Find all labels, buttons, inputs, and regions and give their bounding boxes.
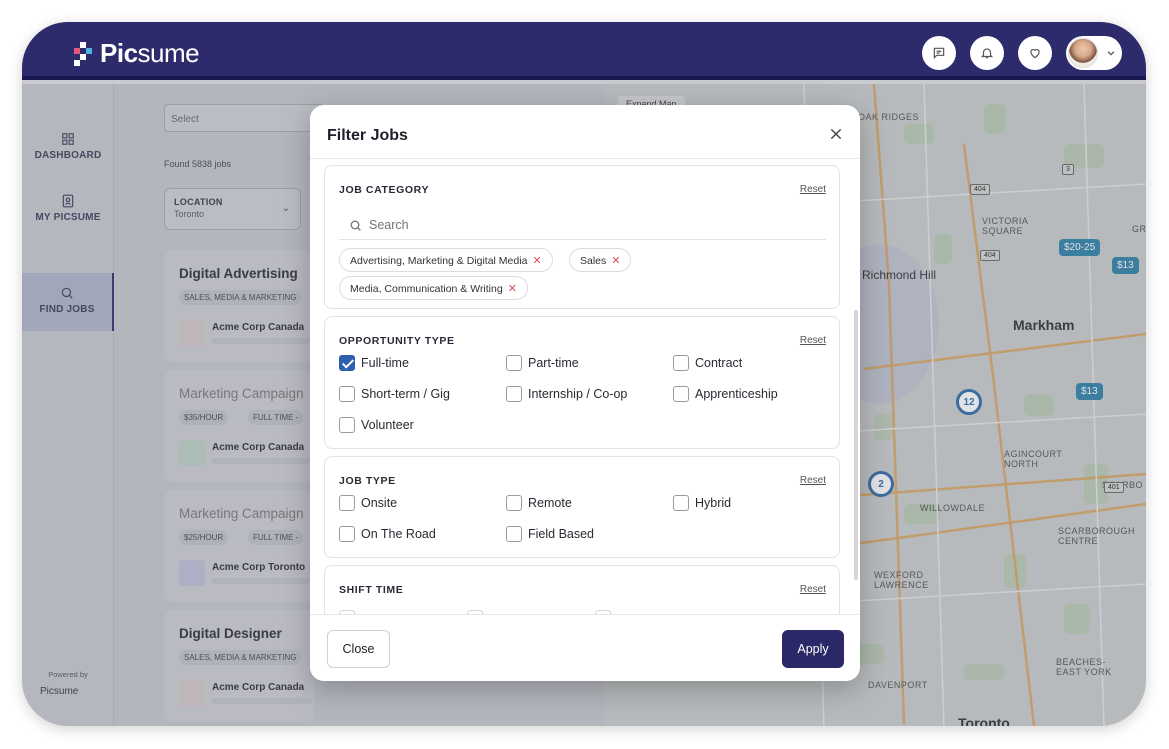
- option-label: Hybrid: [695, 496, 732, 510]
- reset-link[interactable]: Reset: [800, 475, 826, 486]
- avatar: [1068, 38, 1098, 68]
- checkbox[interactable]: [673, 386, 689, 402]
- heart-icon: [1030, 49, 1040, 59]
- category-chip[interactable]: Media, Communication & Writing ✕: [339, 276, 528, 300]
- option-label: Part-time: [528, 356, 579, 370]
- scrollbar[interactable]: [854, 310, 858, 580]
- option-field-based[interactable]: Field Based: [506, 526, 594, 542]
- search-icon: [350, 220, 361, 231]
- chip-label: Sales: [580, 255, 607, 267]
- remove-chip-icon[interactable]: ✕: [611, 255, 620, 267]
- option-label: Apprenticeship: [695, 387, 778, 401]
- dialog-header: Filter Jobs: [310, 105, 860, 159]
- job-type-section: JOB TYPE Reset Onsite Remote Hybrid On T…: [324, 456, 840, 558]
- checkbox[interactable]: [506, 526, 522, 542]
- section-title: JOB CATEGORY: [339, 184, 430, 196]
- option-on-the-road[interactable]: On The Road: [339, 526, 436, 542]
- header-actions: [922, 36, 1122, 70]
- dialog-footer: Close Apply: [310, 614, 860, 681]
- chat-button[interactable]: [922, 36, 956, 70]
- shift-time-section: SHIFT TIME Reset: [324, 565, 840, 614]
- reset-link[interactable]: Reset: [800, 335, 826, 346]
- option-label: On The Road: [361, 527, 436, 541]
- chip-label: Advertising, Marketing & Digital Media: [350, 255, 528, 267]
- checkbox[interactable]: [506, 355, 522, 371]
- checkbox[interactable]: [673, 355, 689, 371]
- filter-jobs-dialog: Filter Jobs JOB CATEGORY Reset Advertisi…: [310, 105, 860, 681]
- brand-name: Picsume: [100, 38, 200, 68]
- checkbox[interactable]: [339, 386, 355, 402]
- close-icon[interactable]: [828, 126, 844, 142]
- option-label: Field Based: [528, 527, 595, 541]
- checkbox[interactable]: [673, 495, 689, 511]
- option-label: Internship / Co-op: [528, 387, 628, 401]
- option-label: Volunteer: [361, 418, 414, 432]
- option-label: Short-term / Gig: [361, 387, 450, 401]
- dialog-title: Filter Jobs: [327, 127, 408, 144]
- chat-icon: [933, 47, 945, 60]
- checkbox[interactable]: [506, 386, 522, 402]
- top-bar: Picsume: [22, 22, 1146, 80]
- section-title: SHIFT TIME: [339, 584, 404, 596]
- category-search: [339, 210, 826, 240]
- logo-mark-icon: [74, 41, 94, 66]
- account-menu[interactable]: [1066, 36, 1122, 70]
- checkbox[interactable]: [339, 417, 355, 433]
- notifications-button[interactable]: [970, 36, 1004, 70]
- apply-button[interactable]: Apply: [782, 630, 844, 668]
- option-internship[interactable]: Internship / Co-op: [506, 386, 627, 402]
- picsume-logo[interactable]: Picsume: [74, 38, 200, 69]
- checkbox[interactable]: [339, 355, 355, 371]
- category-chip[interactable]: Advertising, Marketing & Digital Media ✕: [339, 248, 553, 272]
- category-chip[interactable]: Sales ✕: [569, 248, 632, 272]
- remove-chip-icon[interactable]: ✕: [532, 255, 541, 267]
- option-short-term[interactable]: Short-term / Gig: [339, 386, 450, 402]
- section-title: JOB TYPE: [339, 475, 396, 487]
- option-apprenticeship[interactable]: Apprenticeship: [673, 386, 778, 402]
- option-hybrid[interactable]: Hybrid: [673, 495, 731, 511]
- reset-link[interactable]: Reset: [800, 184, 826, 195]
- option-label: Full-time: [361, 356, 409, 370]
- option-remote[interactable]: Remote: [506, 495, 572, 511]
- favorites-button[interactable]: [1018, 36, 1052, 70]
- option-label: Onsite: [361, 496, 398, 510]
- option-part-time[interactable]: Part-time: [506, 355, 579, 371]
- opportunity-type-section: OPPORTUNITY TYPE Reset Full-time Part-ti…: [324, 316, 840, 449]
- option-label: Contract: [695, 356, 743, 370]
- remove-chip-icon[interactable]: ✕: [508, 283, 517, 295]
- reset-link[interactable]: Reset: [800, 584, 826, 595]
- category-search-input[interactable]: [369, 215, 809, 235]
- option-full-time[interactable]: Full-time: [339, 355, 409, 371]
- option-onsite[interactable]: Onsite: [339, 495, 397, 511]
- option-label: Remote: [528, 496, 572, 510]
- checkbox[interactable]: [339, 526, 355, 542]
- section-title: OPPORTUNITY TYPE: [339, 335, 455, 347]
- dialog-body: JOB CATEGORY Reset Advertising, Marketin…: [310, 160, 860, 614]
- bell-icon: [980, 48, 994, 59]
- option-contract[interactable]: Contract: [673, 355, 742, 371]
- checkbox[interactable]: [339, 495, 355, 511]
- checkbox[interactable]: [506, 495, 522, 511]
- close-button[interactable]: Close: [327, 630, 390, 668]
- chevron-down-icon: [1107, 51, 1115, 56]
- chip-label: Media, Communication & Writing: [350, 283, 503, 295]
- option-volunteer[interactable]: Volunteer: [339, 417, 414, 433]
- job-category-section: JOB CATEGORY Reset Advertising, Marketin…: [324, 165, 840, 309]
